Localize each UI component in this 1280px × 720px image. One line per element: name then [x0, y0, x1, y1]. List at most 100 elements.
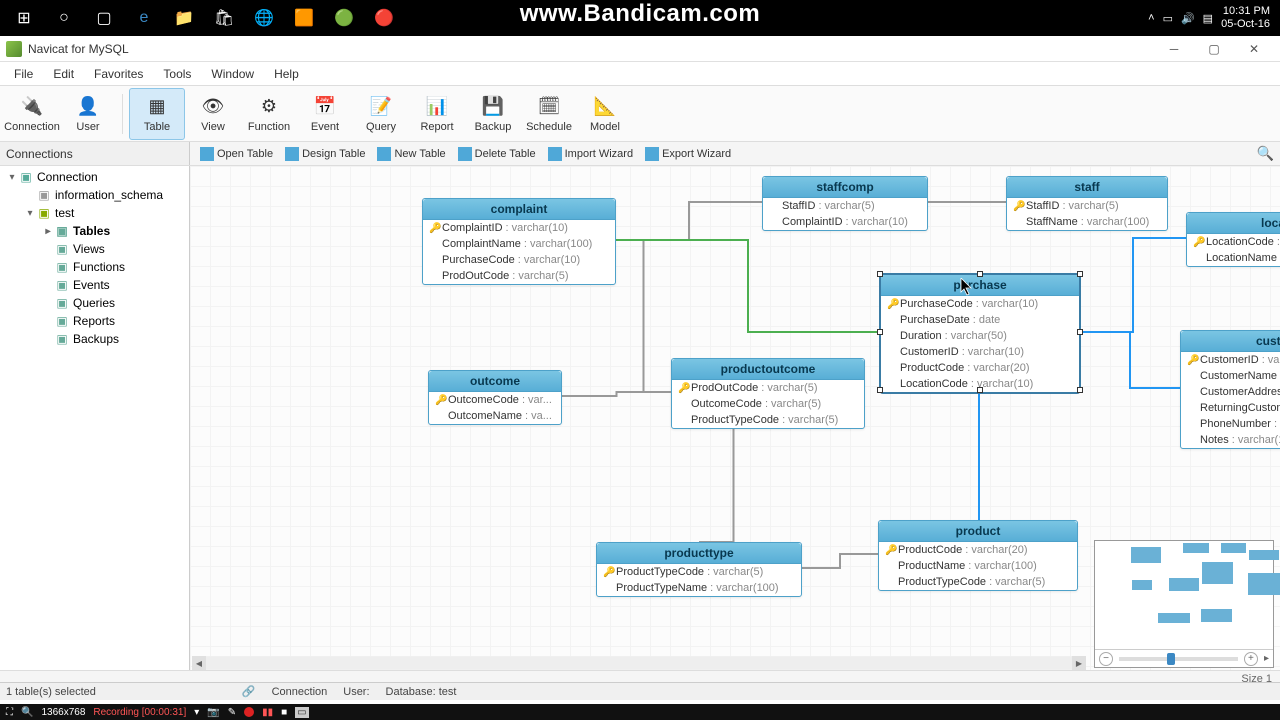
cortana-icon[interactable]: ○: [46, 3, 82, 33]
entity-header[interactable]: product: [879, 521, 1077, 542]
start-icon[interactable]: ⊞: [6, 3, 42, 33]
tree-events[interactable]: ▣Events: [0, 276, 189, 294]
tool-query[interactable]: 📝Query: [353, 88, 409, 140]
action-design-table[interactable]: Design Table: [281, 145, 369, 163]
action-open-table[interactable]: Open Table: [196, 145, 277, 163]
scroll-right-icon[interactable]: ▶: [1072, 656, 1086, 670]
pause-icon[interactable]: ▮▮: [262, 707, 273, 718]
navicat-task-icon[interactable]: 🟢: [326, 3, 362, 33]
tree-information_schema[interactable]: ▣information_schema: [0, 186, 189, 204]
menu-help[interactable]: Help: [264, 63, 309, 85]
selection-handle[interactable]: [1077, 387, 1083, 393]
tool-table[interactable]: ▦Table: [129, 88, 185, 140]
search-icon[interactable]: 🔍: [1257, 145, 1280, 162]
tool-connection[interactable]: 🔌Connection: [4, 88, 60, 140]
action-new-table[interactable]: New Table: [373, 145, 449, 163]
minimize-button[interactable]: ─: [1154, 38, 1194, 60]
tool-event[interactable]: 📅Event: [297, 88, 353, 140]
entity-header[interactable]: customer: [1181, 331, 1280, 352]
tool-user[interactable]: 👤User: [60, 88, 116, 140]
selection-handle[interactable]: [877, 329, 883, 335]
entity-staff[interactable]: staff🔑StaffID : varchar(5)StaffName : va…: [1006, 176, 1168, 231]
entity-header[interactable]: location: [1187, 213, 1280, 234]
tray-battery-icon[interactable]: ▭: [1163, 12, 1173, 25]
chrome-icon[interactable]: 🌐: [246, 3, 282, 33]
entity-purchase[interactable]: purchase🔑PurchaseCode : varchar(10)Purch…: [880, 274, 1080, 393]
connection-tree[interactable]: ▾▣Connection▣information_schema▾▣test▸▣T…: [0, 166, 190, 700]
zoom-slider[interactable]: [1119, 657, 1238, 661]
menu-window[interactable]: Window: [201, 63, 264, 85]
action-delete-table[interactable]: Delete Table: [454, 145, 540, 163]
panel-icon[interactable]: ▭: [295, 707, 308, 718]
clock[interactable]: 10:31 PM 05-Oct-16: [1221, 5, 1270, 31]
bandicam-icon[interactable]: 🔴: [366, 3, 402, 33]
record-button[interactable]: [244, 707, 254, 717]
menu-edit[interactable]: Edit: [43, 63, 84, 85]
entity-header[interactable]: outcome: [429, 371, 561, 392]
tree-queries[interactable]: ▣Queries: [0, 294, 189, 312]
selection-handle[interactable]: [1077, 329, 1083, 335]
minimap[interactable]: − + ▸: [1094, 540, 1274, 668]
entity-header[interactable]: productoutcome: [672, 359, 864, 380]
tool-report[interactable]: 📊Report: [409, 88, 465, 140]
horizontal-scrollbar[interactable]: ◀ ▶: [192, 656, 1086, 670]
menu-favorites[interactable]: Favorites: [84, 63, 153, 85]
entity-header[interactable]: staff: [1007, 177, 1167, 198]
tool-backup[interactable]: 💾Backup: [465, 88, 521, 140]
entity-header[interactable]: staffcomp: [763, 177, 927, 198]
selection-handle[interactable]: [977, 271, 983, 277]
tree-backups[interactable]: ▣Backups: [0, 330, 189, 348]
explorer-icon[interactable]: 📁: [166, 3, 202, 33]
tree-test[interactable]: ▾▣test: [0, 204, 189, 222]
tree-tables[interactable]: ▸▣Tables: [0, 222, 189, 240]
pencil-icon[interactable]: ✎: [228, 707, 236, 718]
tool-function[interactable]: ⚙Function: [241, 88, 297, 140]
zoom-out-button[interactable]: −: [1099, 652, 1113, 666]
entity-complaint[interactable]: complaint🔑ComplaintID : varchar(10)Compl…: [422, 198, 616, 285]
scroll-left-icon[interactable]: ◀: [192, 656, 206, 670]
tree-connection[interactable]: ▾▣Connection: [0, 168, 189, 186]
entity-staffcomp[interactable]: staffcompStaffID : varchar(5)ComplaintID…: [762, 176, 928, 231]
camera-icon[interactable]: 📷: [207, 707, 219, 718]
edge-icon[interactable]: e: [126, 3, 162, 33]
action-export-wizard[interactable]: Export Wizard: [641, 145, 735, 163]
tree-views[interactable]: ▣Views: [0, 240, 189, 258]
tool-schedule[interactable]: 🗓Schedule: [521, 88, 577, 140]
maximize-button[interactable]: ▢: [1194, 38, 1234, 60]
fullscreen-icon[interactable]: ⛶: [6, 707, 13, 718]
tool-model[interactable]: 📐Model: [577, 88, 633, 140]
entity-header[interactable]: complaint: [423, 199, 615, 220]
entity-header[interactable]: purchase: [881, 275, 1079, 296]
app1-icon[interactable]: 🟧: [286, 3, 322, 33]
tray-volume-icon[interactable]: 🔊: [1181, 12, 1195, 25]
tree-reports[interactable]: ▣Reports: [0, 312, 189, 330]
twist-icon[interactable]: ▾: [6, 172, 18, 183]
entity-product[interactable]: product🔑ProductCode : varchar(20)Product…: [878, 520, 1078, 591]
entity-producttype[interactable]: producttype🔑ProductTypeCode : varchar(5)…: [596, 542, 802, 597]
zoom-in-button[interactable]: +: [1244, 652, 1258, 666]
stop-icon[interactable]: ■: [281, 707, 287, 718]
entity-location[interactable]: location🔑LocationCode : varchar(10)Locat…: [1186, 212, 1280, 267]
minimap-toggle-icon[interactable]: ▸: [1264, 653, 1269, 664]
taskview-icon[interactable]: ▢: [86, 3, 122, 33]
twist-icon[interactable]: ▾: [24, 208, 36, 219]
entity-productoutcome[interactable]: productoutcome🔑ProdOutCode : varchar(5)O…: [671, 358, 865, 429]
dropdown-icon[interactable]: ▾: [194, 707, 199, 718]
selection-handle[interactable]: [977, 387, 983, 393]
model-canvas[interactable]: − + ▸ complaint🔑ComplaintID : varchar(10…: [190, 166, 1280, 700]
twist-icon[interactable]: ▸: [42, 226, 54, 237]
tray-action-icon[interactable]: ▤: [1203, 12, 1213, 25]
menu-file[interactable]: File: [4, 63, 43, 85]
selection-handle[interactable]: [877, 387, 883, 393]
magnify-icon[interactable]: 🔍: [21, 707, 33, 718]
close-button[interactable]: ✕: [1234, 38, 1274, 60]
entity-customer[interactable]: customer🔑CustomerID : varchar(10)Custome…: [1180, 330, 1280, 449]
store-icon[interactable]: 🛍: [206, 3, 242, 33]
entity-outcome[interactable]: outcome🔑OutcomeCode : var...OutcomeName …: [428, 370, 562, 425]
action-import-wizard[interactable]: Import Wizard: [544, 145, 637, 163]
tray-up-icon[interactable]: ˄: [1148, 12, 1154, 24]
tree-functions[interactable]: ▣Functions: [0, 258, 189, 276]
entity-header[interactable]: producttype: [597, 543, 801, 564]
menu-tools[interactable]: Tools: [153, 63, 201, 85]
selection-handle[interactable]: [877, 271, 883, 277]
